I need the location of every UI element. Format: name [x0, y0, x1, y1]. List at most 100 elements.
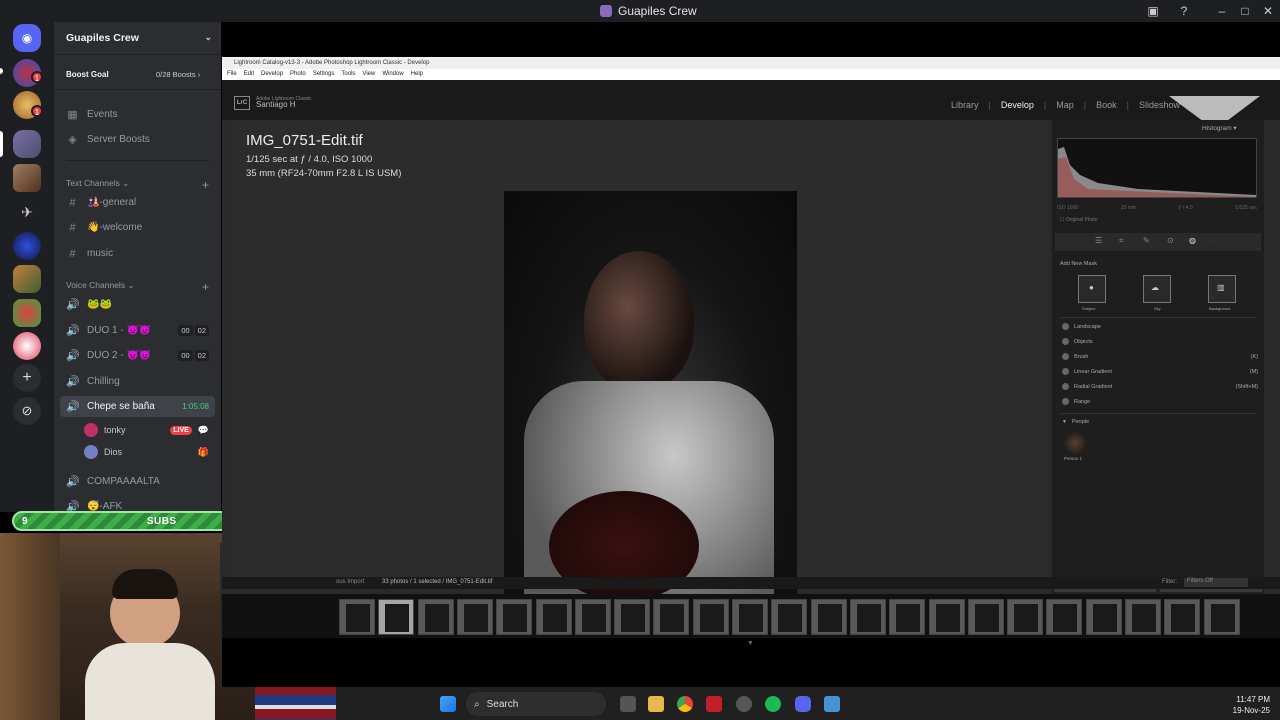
filmstrip-thumbnail[interactable]: [339, 599, 375, 635]
mask-icon[interactable]: ◍: [1189, 236, 1196, 245]
filmstrip-thumbnail[interactable]: [732, 599, 768, 635]
discord-home-icon[interactable]: ◉: [13, 24, 41, 52]
voice-channel-duo2[interactable]: 🔊 DUO 2 - 😈😈 00 02: [60, 345, 215, 366]
category-voice-channels[interactable]: Voice Channels ⌄ +: [66, 280, 209, 294]
filmstrip-thumbnail[interactable]: [1164, 599, 1201, 635]
filmstrip-thumbnail[interactable]: [614, 599, 651, 635]
filmstrip-thumbnail[interactable]: [1046, 599, 1083, 635]
server-icon-guapiles[interactable]: [13, 130, 41, 158]
boost-goal-label[interactable]: Boost Goal: [66, 70, 109, 79]
original-photo-checkbox[interactable]: ☐ Original Photo: [1060, 217, 1098, 223]
mask-tool-landscape[interactable]: Landscape: [1062, 323, 1258, 330]
filmstrip-thumbnail[interactable]: [1007, 599, 1044, 635]
windows-start-icon[interactable]: [440, 696, 456, 712]
discover-icon[interactable]: ⊘: [13, 397, 41, 425]
menu-view[interactable]: View: [362, 71, 375, 80]
notepad-icon[interactable]: [824, 696, 840, 712]
filmstrip-thumbnail[interactable]: [849, 599, 886, 635]
mask-sky-button[interactable]: ☁ Sky: [1143, 275, 1171, 311]
add-channel-icon[interactable]: +: [202, 280, 209, 294]
mask-tool-range[interactable]: Range: [1062, 398, 1258, 405]
minimize-button[interactable]: –: [1214, 3, 1230, 19]
chrome-icon[interactable]: [677, 696, 693, 712]
histogram-label[interactable]: Histogram ▾: [1202, 124, 1237, 132]
filmstrip-thumbnail[interactable]: [496, 599, 533, 635]
channel-welcome[interactable]: # 👋-welcome: [60, 217, 215, 238]
voice-user-tonky[interactable]: tonky LIVE 💬: [84, 423, 209, 437]
server-icon-6[interactable]: [13, 265, 41, 293]
module-library[interactable]: Library: [951, 100, 979, 110]
person-thumbnail[interactable]: [1064, 432, 1086, 454]
inbox-icon[interactable]: ▣: [1145, 3, 1161, 19]
filmstrip-thumbnail[interactable]: [378, 599, 415, 635]
menu-file[interactable]: File: [227, 71, 237, 80]
add-server-icon[interactable]: +: [13, 364, 41, 392]
filmstrip-thumbnail[interactable]: [535, 599, 572, 635]
filmstrip-thumbnail[interactable]: [889, 599, 926, 635]
server-icon-7[interactable]: [13, 299, 41, 327]
menu-develop[interactable]: Develop: [261, 71, 283, 80]
server-icon-3[interactable]: [13, 164, 41, 192]
mask-background-button[interactable]: ▥ Background: [1208, 275, 1236, 311]
filmstrip-thumbnail[interactable]: [928, 599, 965, 635]
filmstrip-thumbnail[interactable]: [692, 599, 729, 635]
filmstrip-thumbnail[interactable]: [417, 599, 454, 635]
nav-server-boosts[interactable]: ◈ Server Boosts: [60, 129, 215, 150]
voice-channel-chilling[interactable]: 🔊 Chilling: [60, 371, 215, 392]
close-button[interactable]: ✕: [1260, 3, 1276, 19]
discord-icon[interactable]: [795, 696, 811, 712]
mask-tool-objects[interactable]: Objects: [1062, 338, 1258, 345]
server-header[interactable]: Guapiles Crew ⌄: [66, 32, 212, 44]
filmstrip-thumbnail[interactable]: [653, 599, 690, 635]
presets-icon[interactable]: ◌: [1211, 236, 1216, 245]
category-text-channels[interactable]: Text Channels ⌄ +: [66, 178, 209, 192]
filmstrip-thumbnail[interactable]: [967, 599, 1004, 635]
loupe-view[interactable]: IMG_0751-Edit.tif 1/125 sec at ƒ / 4.0, …: [232, 120, 1049, 629]
menu-photo[interactable]: Photo: [290, 71, 306, 80]
menu-edit[interactable]: Edit: [244, 71, 254, 80]
filmstrip-thumbnail[interactable]: [456, 599, 493, 635]
filmstrip-source[interactable]: ous Import: [336, 579, 364, 585]
file-explorer-icon[interactable]: [648, 696, 664, 712]
filter-dropdown[interactable]: Filters Off: [1184, 578, 1248, 587]
filmstrip-thumbnail[interactable]: [574, 599, 611, 635]
app-icon-steering[interactable]: [736, 696, 752, 712]
voice-channel-chepe[interactable]: 🔊 Chepe se baña 1:05:08: [60, 396, 215, 417]
people-section-toggle[interactable]: ▼ People: [1062, 419, 1089, 425]
filmstrip-thumbnail[interactable]: [810, 599, 847, 635]
collapse-arrow-icon[interactable]: ▼: [747, 640, 754, 647]
spotify-icon[interactable]: [765, 696, 781, 712]
mask-tool-linear-gradient[interactable]: Linear Gradient (M): [1062, 368, 1258, 375]
mask-tool-radial-gradient[interactable]: Radial Gradient (Shift+M): [1062, 383, 1258, 390]
add-channel-icon[interactable]: +: [202, 178, 209, 192]
voice-channel-frogs[interactable]: 🔊 🐸🐸: [60, 294, 215, 315]
crop-icon[interactable]: ⌗: [1119, 236, 1124, 246]
app-icon-red[interactable]: [706, 696, 722, 712]
channel-music[interactable]: # music: [60, 243, 215, 264]
menu-help[interactable]: Help: [411, 71, 423, 80]
server-icon-8[interactable]: [13, 332, 41, 360]
server-icon-5[interactable]: [13, 232, 41, 260]
menu-tools[interactable]: Tools: [341, 71, 355, 80]
mask-subject-button[interactable]: ● Subject: [1078, 275, 1106, 311]
mask-tool-brush[interactable]: Brush (K): [1062, 353, 1258, 360]
task-view-icon[interactable]: [620, 696, 636, 712]
help-icon[interactable]: ?: [1176, 3, 1192, 19]
server-icon-4[interactable]: ✈: [13, 198, 41, 226]
taskbar-search[interactable]: ⌕ Search: [466, 692, 606, 716]
filmstrip-thumbnail[interactable]: [1125, 599, 1161, 635]
voice-channel-duo1[interactable]: 🔊 DUO 1 - 😈😈 00 02: [60, 320, 215, 341]
system-clock[interactable]: 11:47 PM 19-Nov-25: [1233, 694, 1270, 716]
voice-channel-compaaaalta[interactable]: 🔊 COMPAAAALTA: [60, 471, 215, 492]
module-map[interactable]: Map: [1056, 100, 1074, 110]
module-book[interactable]: Book: [1096, 100, 1117, 110]
voice-user-dios[interactable]: Dios 🎁: [84, 445, 209, 459]
menu-window[interactable]: Window: [382, 71, 403, 80]
maximize-button[interactable]: □: [1237, 3, 1253, 19]
module-develop[interactable]: Develop: [1001, 100, 1034, 110]
heal-icon[interactable]: ✎: [1143, 236, 1150, 245]
filmstrip-thumbnail[interactable]: [1203, 599, 1240, 635]
edit-icon[interactable]: ☰: [1095, 236, 1102, 245]
redeye-icon[interactable]: ⊙: [1167, 236, 1174, 245]
channel-general[interactable]: # 🎎-general: [60, 192, 215, 213]
